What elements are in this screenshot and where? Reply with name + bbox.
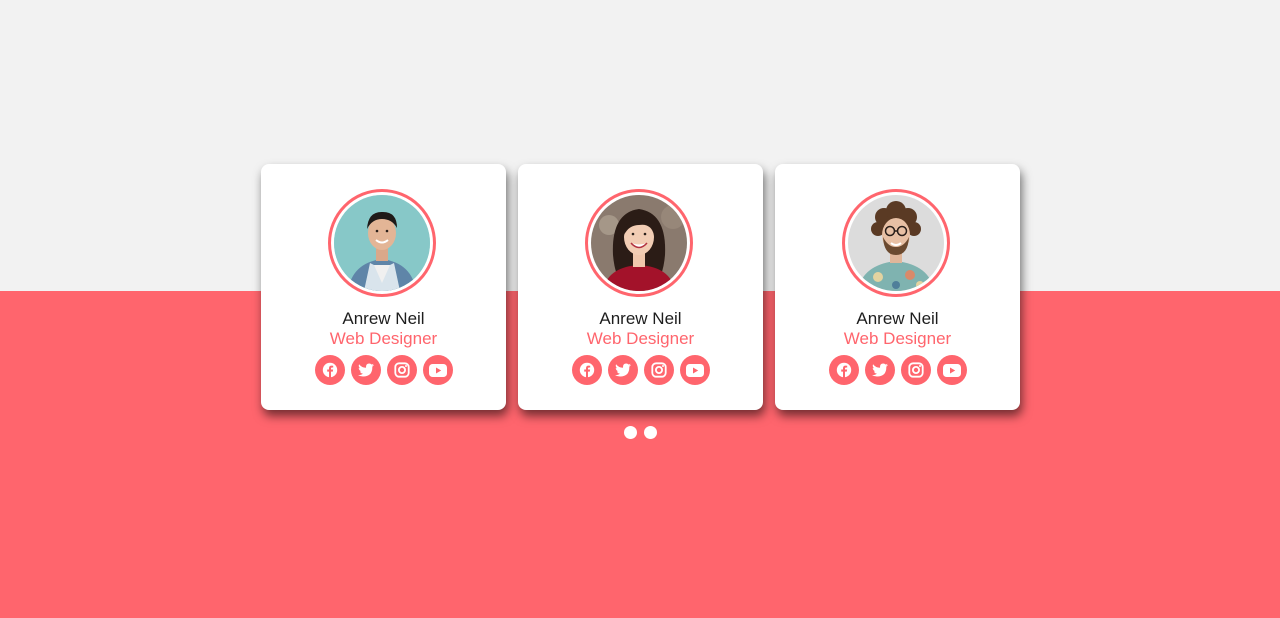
social-links [518, 355, 763, 385]
instagram-icon [907, 362, 924, 378]
twitter-button[interactable] [350, 355, 381, 385]
instagram-button[interactable] [643, 355, 674, 385]
instagram-icon [393, 362, 410, 378]
pagination-dot[interactable] [643, 426, 657, 439]
team-card: Anrew Neil Web Designer [775, 164, 1020, 410]
facebook-icon [836, 362, 851, 378]
youtube-button[interactable] [936, 355, 967, 385]
twitter-icon [871, 363, 888, 377]
instagram-button[interactable] [900, 355, 931, 385]
member-role: Web Designer [843, 329, 952, 348]
facebook-button[interactable] [571, 355, 602, 385]
twitter-button[interactable] [864, 355, 895, 385]
instagram-button[interactable] [386, 355, 417, 385]
team-card: Anrew Neil Web Designer [518, 164, 763, 410]
carousel-pagination [0, 426, 1280, 439]
facebook-button[interactable] [828, 355, 859, 385]
avatar [328, 189, 436, 297]
youtube-icon [428, 363, 447, 377]
twitter-icon [614, 363, 631, 377]
twitter-icon [357, 363, 374, 377]
youtube-icon [685, 363, 704, 377]
instagram-icon [650, 362, 667, 378]
youtube-button[interactable] [679, 355, 710, 385]
social-links [261, 355, 506, 385]
twitter-button[interactable] [607, 355, 638, 385]
facebook-icon [322, 362, 337, 378]
member-name: Anrew Neil [342, 309, 425, 328]
facebook-button[interactable] [314, 355, 345, 385]
member-name: Anrew Neil [856, 309, 939, 328]
avatar-image [334, 195, 430, 291]
avatar [585, 189, 693, 297]
member-name: Anrew Neil [599, 309, 682, 328]
team-card: Anrew Neil Web Designer [261, 164, 506, 410]
avatar-image [848, 195, 944, 291]
pagination-dot[interactable] [623, 426, 637, 439]
social-links [775, 355, 1020, 385]
facebook-icon [579, 362, 594, 378]
team-carousel: Anrew Neil Web Designer Anrew Neil Web D… [261, 164, 1021, 410]
member-role: Web Designer [586, 329, 695, 348]
youtube-icon [942, 363, 961, 377]
youtube-button[interactable] [422, 355, 453, 385]
member-role: Web Designer [329, 329, 438, 348]
avatar-image [591, 195, 687, 291]
avatar [842, 189, 950, 297]
